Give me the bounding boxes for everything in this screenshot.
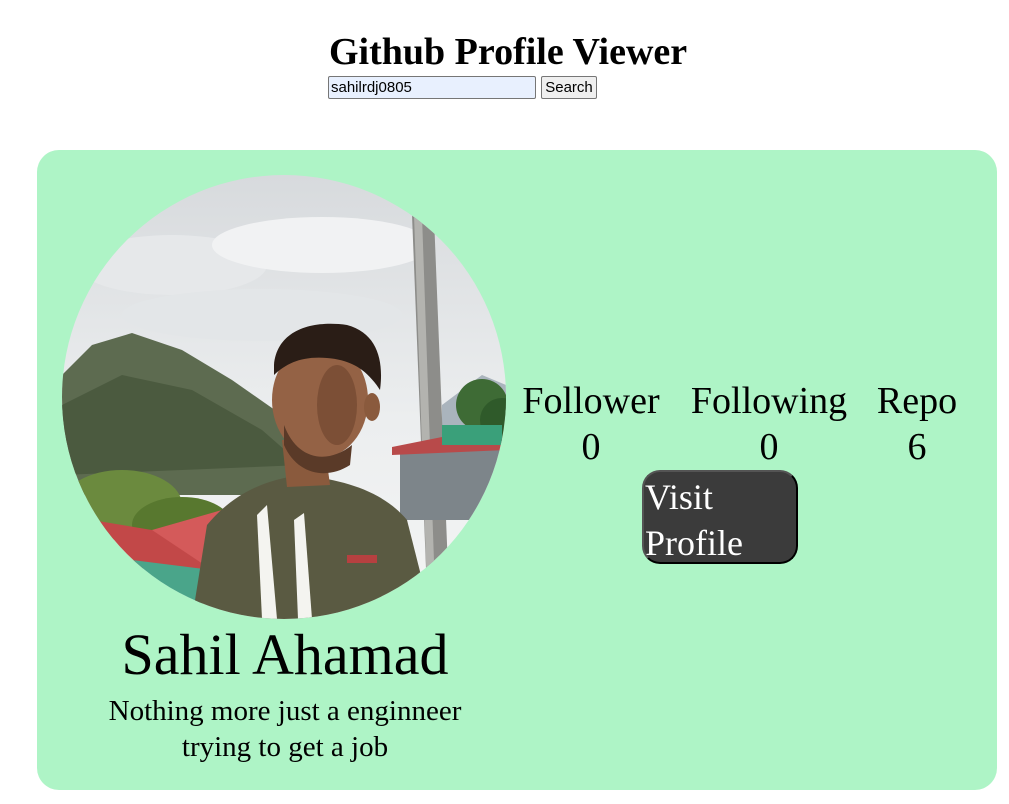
stat-following-label: Following — [690, 380, 848, 422]
stat-following-value: 0 — [759, 426, 779, 468]
stat-repos-value: 6 — [907, 426, 927, 468]
stat-repos-label: Repo — [876, 380, 958, 422]
profile-card: Sahil Ahamad Nothing more just a enginne… — [37, 150, 997, 790]
user-name: Sahil Ahamad — [121, 622, 449, 687]
avatar-photo — [62, 175, 506, 619]
stat-followers-value: 0 — [581, 426, 601, 468]
page-title: Github Profile Viewer — [329, 31, 688, 73]
stat-repos: Repo 6 — [875, 378, 959, 470]
search-button[interactable]: Search — [541, 76, 597, 99]
stat-following: Following 0 — [686, 378, 852, 470]
stat-followers: Follower 0 — [518, 378, 664, 470]
stat-followers-label: Follower — [522, 380, 660, 422]
search-input[interactable] — [328, 76, 536, 99]
visit-profile-button[interactable]: Visit Profile — [642, 470, 798, 564]
avatar — [62, 175, 506, 619]
user-bio: Nothing more just a enginneer trying to … — [108, 695, 462, 763]
